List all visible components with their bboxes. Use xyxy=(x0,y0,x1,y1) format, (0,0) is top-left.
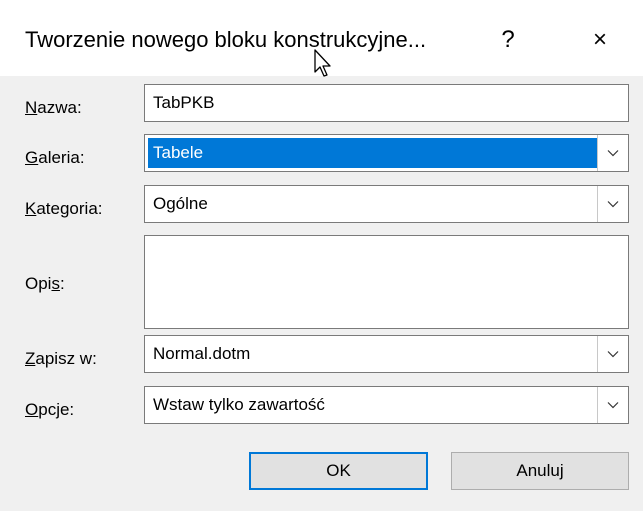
save-in-dropdown[interactable]: Normal.dotm xyxy=(144,335,629,373)
options-dropdown[interactable]: Wstaw tylko zawartość xyxy=(144,386,629,424)
category-selected-value: Ogólne xyxy=(153,194,208,213)
mouse-cursor-icon xyxy=(314,49,331,77)
gallery-dropdown[interactable]: Tabele xyxy=(144,134,629,172)
category-label: Kategoria: xyxy=(25,199,103,218)
description-label: Opis: xyxy=(25,274,65,293)
save-in-selected-value: Normal.dotm xyxy=(153,344,251,363)
options-selected-value: Wstaw tylko zawartość xyxy=(153,395,325,414)
chevron-down-icon xyxy=(607,402,619,409)
title-bar[interactable]: Tworzenie nowego bloku konstrukcyjne... … xyxy=(0,0,643,77)
save-in-dropdown-arrow[interactable] xyxy=(597,336,628,372)
name-label: Nazwa: xyxy=(25,98,82,117)
description-textarea[interactable] xyxy=(144,235,629,329)
category-dropdown[interactable]: Ogólne xyxy=(144,185,629,223)
category-dropdown-arrow[interactable] xyxy=(597,186,628,222)
name-input-value: TabPKB xyxy=(153,93,215,112)
chevron-down-icon xyxy=(607,351,619,358)
help-button[interactable]: ? xyxy=(480,18,536,62)
options-label: Opcje: xyxy=(25,400,75,419)
name-input[interactable]: TabPKB xyxy=(144,84,629,122)
chevron-down-icon xyxy=(607,201,619,208)
cancel-button[interactable]: Anuluj xyxy=(451,452,629,490)
gallery-selected-value: Tabele xyxy=(148,138,598,168)
ok-button[interactable]: OK xyxy=(249,452,428,490)
chevron-down-icon xyxy=(607,150,619,157)
dialog-title: Tworzenie nowego bloku konstrukcyjne... xyxy=(25,27,427,52)
gallery-dropdown-arrow[interactable] xyxy=(597,135,628,171)
options-dropdown-arrow[interactable] xyxy=(597,387,628,423)
save-in-label: Zapisz w: xyxy=(25,349,97,368)
gallery-label: Galeria: xyxy=(25,148,85,167)
close-button[interactable]: × xyxy=(572,18,628,62)
